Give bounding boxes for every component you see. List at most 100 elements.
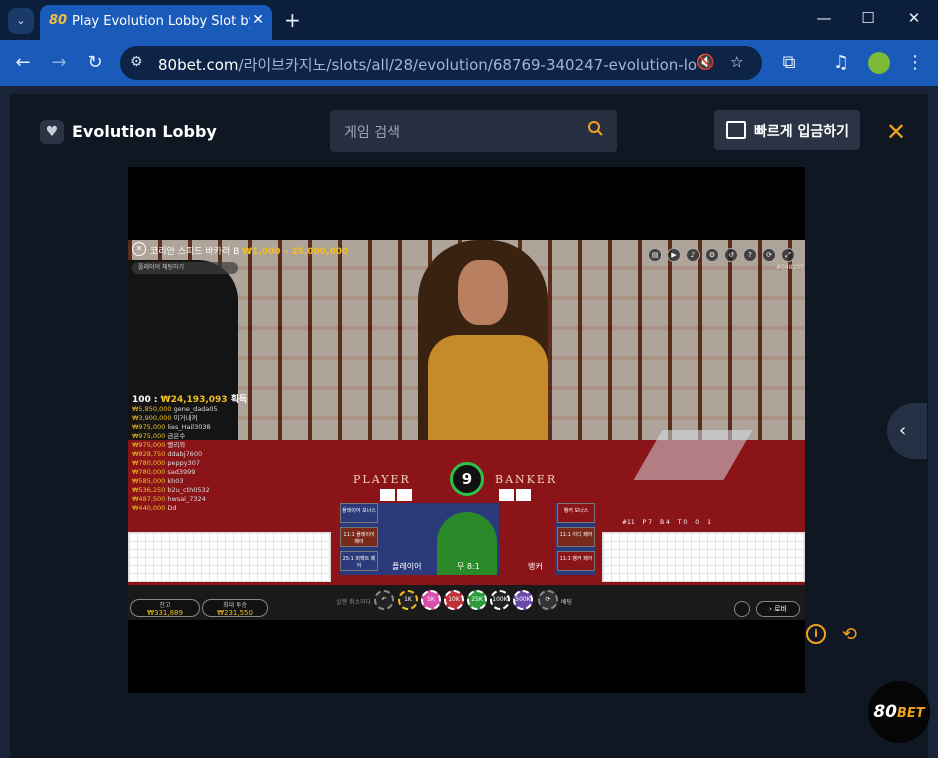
- bet-chip[interactable]: 500K: [513, 590, 533, 610]
- reload-icon[interactable]: ↻: [84, 52, 106, 73]
- winner-amount: ₩487,500: [132, 495, 166, 503]
- winners-count: 100: [132, 395, 151, 405]
- winner-amount: ₩780,000: [132, 468, 166, 476]
- round-stats: #11 P 7 B 4 T 0 01: [622, 519, 719, 526]
- winner-amount: ₩975,000: [132, 423, 166, 431]
- live-stream[interactable]: ✕ 코리안 스피드 바카라 B ₩1,000 – 25,000,000 플레이어…: [128, 240, 805, 620]
- winner-amount: ₩440,000: [132, 504, 166, 512]
- player-table-label: PLAYER: [353, 473, 411, 486]
- winner-name: 이거내꺼: [171, 414, 198, 422]
- sound-icon[interactable]: ♪: [686, 248, 700, 262]
- favorite-heart-icon[interactable]: ♥: [40, 120, 64, 144]
- fullscreen-icon[interactable]: ⤢: [781, 248, 795, 262]
- bet-chip[interactable]: 10K: [444, 590, 464, 610]
- history-icon[interactable]: ↺: [724, 248, 738, 262]
- info-icon[interactable]: i: [806, 624, 826, 644]
- bet-chip[interactable]: 5K: [421, 590, 441, 610]
- winner-name: sad3999: [165, 468, 196, 476]
- game-frame[interactable]: ✕ 코리안 스피드 바카라 B ₩1,000 – 25,000,000 플레이어…: [128, 167, 805, 693]
- url-host: 80bet.com: [158, 56, 239, 74]
- big-road-right: [602, 532, 805, 582]
- winner-row: ₩975,000 lies_Hail3038: [132, 423, 282, 432]
- game-close-icon[interactable]: ✕: [132, 242, 146, 256]
- winners-suffix: 획득: [230, 395, 248, 405]
- winner-name: b2u_cth0532: [165, 486, 210, 494]
- player-bonus-bet[interactable]: 플레이어 보너스: [340, 503, 378, 523]
- back-icon[interactable]: ←: [12, 52, 34, 73]
- bet-player-label: 플레이어: [392, 562, 422, 571]
- settings-icon[interactable]: ⚙: [705, 248, 719, 262]
- undo-icon[interactable]: ↶: [374, 590, 394, 610]
- bet-chip[interactable]: 1K: [398, 590, 418, 610]
- chat-icon[interactable]: ▤: [648, 248, 662, 262]
- site-info-icon[interactable]: ⚙: [130, 54, 143, 70]
- modal-close-icon[interactable]: ✕: [886, 118, 906, 146]
- active-tab[interactable]: 80 Play Evolution Lobby Slot by E ✕: [40, 5, 272, 40]
- lucky-pair-bet[interactable]: 11:1 이디 페어: [557, 527, 595, 547]
- bet-tie-label: 무 8:1: [457, 562, 480, 571]
- rotate-icon[interactable]: ⟲: [842, 624, 857, 645]
- stat-item: P 7: [642, 519, 653, 526]
- minimize-icon[interactable]: —: [814, 9, 834, 27]
- banker-pair-bet[interactable]: 11:1 뱅커 페어: [557, 551, 595, 571]
- extensions-icon[interactable]: ⧉: [778, 52, 800, 73]
- forward-icon[interactable]: →: [48, 52, 70, 73]
- table-name: 코리안 스피드 바카라 B ₩1,000 – 25,000,000: [150, 244, 348, 257]
- winner-row: ₩780,000 peppy307: [132, 459, 282, 468]
- player-pair-bet[interactable]: 11:1 플레이어 페어: [340, 527, 378, 547]
- bet-limit: ₩1,000 – 25,000,000: [242, 247, 349, 257]
- muted-icon[interactable]: 🔇: [696, 53, 715, 71]
- maximize-icon[interactable]: ☐: [858, 9, 878, 27]
- total-bet-pill: 최대 투승 ₩231,550: [202, 599, 268, 617]
- winner-row: ₩3,900,000 이거내꺼: [132, 414, 282, 423]
- quick-deposit-button[interactable]: 빠르게 입금하기: [714, 110, 860, 150]
- new-tab-icon[interactable]: +: [284, 8, 301, 32]
- more-menu-icon[interactable]: ⋮: [904, 52, 926, 73]
- bookmark-star-icon[interactable]: ☆: [730, 53, 743, 71]
- game-toolbar: ▤ ▶ ♪ ⚙ ↺? ⟳ ⤢: [648, 242, 803, 262]
- either-pair-bet[interactable]: 25:1 퍼펙트 페어: [340, 551, 378, 571]
- chat-bubble-icon[interactable]: [734, 601, 750, 617]
- game-id: #048205: [776, 264, 804, 271]
- winners-list: 100 : ₩24,193,093 획득 ₩5,850,000 gene_dad…: [132, 392, 282, 513]
- winner-row: ₩5,850,000 gene_dada05: [132, 405, 282, 414]
- tab-close-icon[interactable]: ✕: [252, 12, 264, 28]
- card: [516, 489, 531, 501]
- stat-item: 0: [695, 519, 700, 526]
- bet-banker-area[interactable]: [499, 503, 555, 575]
- window-close-icon[interactable]: ✕: [904, 9, 924, 27]
- help-icon[interactable]: ?: [743, 248, 757, 262]
- profile-avatar[interactable]: [868, 52, 890, 74]
- chevron-left-icon[interactable]: ‹: [887, 403, 927, 459]
- game-title: Evolution Lobby: [72, 122, 217, 141]
- refresh-icon[interactable]: ⟳: [762, 248, 776, 262]
- address-bar[interactable]: ⚙ 80bet.com/라이브카지노/slots/all/28/evolutio…: [120, 46, 762, 80]
- stat-item: T 0: [677, 519, 688, 526]
- chat-input[interactable]: 플레이어 채팅하기: [132, 262, 238, 274]
- balance-value: ₩331,889: [147, 609, 183, 617]
- media-control-icon[interactable]: ♫: [830, 52, 852, 73]
- winner-amount: ₩828,750: [132, 450, 166, 458]
- tab-search-icon[interactable]: ⌄: [8, 8, 34, 34]
- winners-header: 100 : ₩24,193,093 획득: [132, 395, 248, 405]
- game-search-input[interactable]: 게임 검색: [330, 110, 617, 152]
- winner-amount: ₩5,850,000: [132, 405, 172, 413]
- winner-row: ₩585,000 kh03: [132, 477, 282, 486]
- brand-word: BET: [897, 706, 925, 721]
- winner-row: ₩975,000 금은수: [132, 432, 282, 441]
- winner-amount: ₩585,000: [132, 477, 166, 485]
- bet-chip[interactable]: 25K: [467, 590, 487, 610]
- winner-name: kh03: [165, 477, 184, 485]
- winner-amount: ₩3,900,000: [132, 414, 172, 422]
- video-icon[interactable]: ▶: [667, 248, 681, 262]
- banker-bonus-bet[interactable]: 뱅커 보너스: [557, 503, 595, 523]
- brand-logo[interactable]: 80BET: [868, 681, 930, 743]
- double-icon[interactable]: ⟳: [538, 590, 558, 610]
- url-text[interactable]: 80bet.com/라이브카지노/slots/all/28/evolution/…: [158, 54, 698, 75]
- bet-chip[interactable]: 100K: [490, 590, 510, 610]
- countdown-timer: 9: [450, 462, 484, 496]
- search-icon[interactable]: [587, 120, 603, 136]
- winner-name: peppy307: [165, 459, 201, 467]
- winners-total: ₩24,193,093: [160, 395, 228, 405]
- lobby-button[interactable]: › 로비: [756, 601, 800, 617]
